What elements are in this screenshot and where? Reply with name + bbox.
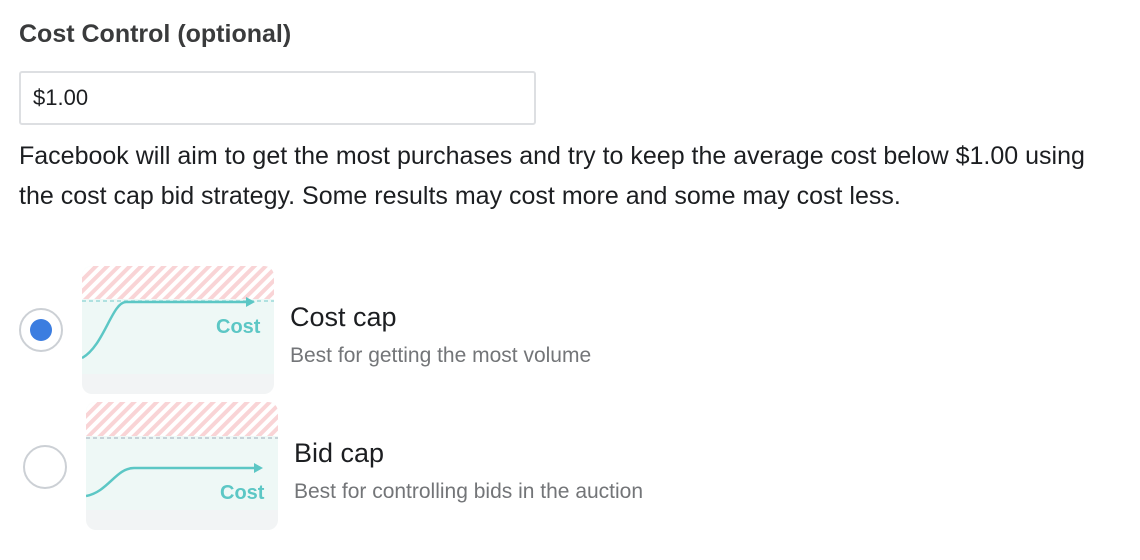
bid-strategy-option-bid-cap[interactable]: Cost Bid cap Best for controlling bids i…: [0, 402, 1140, 532]
cost-cap-title: Cost cap: [290, 302, 397, 332]
bid-cap-thumb-label: Cost: [220, 482, 265, 504]
cost-cap-chart-icon: Cost: [82, 266, 274, 394]
radio-selected-dot: [30, 319, 52, 341]
bid-strategy-option-cost-cap[interactable]: Cost Cost cap Best for getting the most …: [0, 266, 1140, 396]
cost-cap-radio[interactable]: [19, 308, 63, 352]
bid-cap-title: Bid cap: [294, 438, 385, 468]
cost-control-title: Cost Control (optional): [19, 20, 292, 48]
bid-cap-chart-icon: Cost: [86, 402, 278, 530]
cost-control-input[interactable]: [19, 71, 536, 125]
cost-cap-thumb-label: Cost: [216, 316, 261, 338]
bid-cap-radio[interactable]: [23, 445, 67, 489]
bid-cap-subtitle: Best for controlling bids in the auction: [294, 480, 644, 503]
cost-cap-subtitle: Best for getting the most volume: [290, 344, 592, 367]
cost-control-description: Facebook will aim to get the most purcha…: [19, 142, 1085, 210]
